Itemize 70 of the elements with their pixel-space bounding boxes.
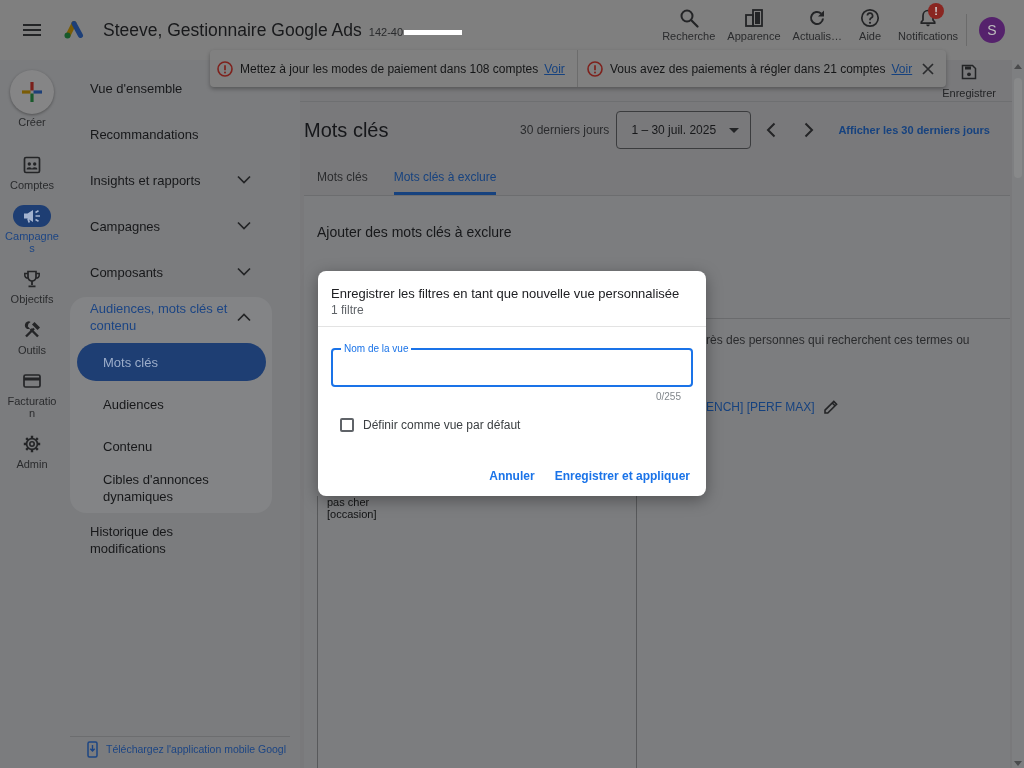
- alert-text: Vous avez des paiements à régler dans 21 comptes: [610, 61, 886, 76]
- keyword-list-link[interactable]: ENCH] [PERF MAX]: [706, 400, 815, 414]
- scroll-down-arrow-icon[interactable]: [1014, 761, 1022, 766]
- redaction-bar: [404, 29, 463, 35]
- nav-rail-item[interactable]: Admin: [4, 433, 60, 470]
- save-and-apply-button[interactable]: Enregistrer et appliquer: [546, 461, 698, 491]
- nav-item[interactable]: Campagnes: [70, 203, 272, 249]
- nav-rail-item[interactable]: Outils: [4, 319, 60, 356]
- search-icon: [678, 8, 699, 28]
- help-icon: [860, 8, 881, 28]
- save-button[interactable]: Enregistrer: [942, 62, 996, 100]
- nav-item[interactable]: Cibles d'annonces dynamiques: [77, 469, 266, 507]
- error-icon: [217, 60, 233, 77]
- close-icon[interactable]: [922, 62, 934, 75]
- help-button[interactable]: Aide: [848, 6, 893, 48]
- character-counter: 0/255: [655, 391, 681, 403]
- range-label: 30 derniers jours: [520, 123, 610, 137]
- nav-item[interactable]: Recommandations: [70, 111, 219, 157]
- alert-text: Mettez à jour les modes de paiement dans 108 comptes: [240, 61, 539, 76]
- range-link[interactable]: Afficher les 30 derniers jours: [838, 124, 990, 136]
- nav-item[interactable]: Mots clés: [77, 343, 266, 381]
- cancel-button[interactable]: Annuler: [481, 461, 543, 491]
- scroll-up-arrow-icon[interactable]: [1014, 64, 1022, 69]
- view-name-field[interactable]: Nom de la vue: [331, 343, 693, 387]
- chevron-right-icon[interactable]: [804, 122, 815, 138]
- nav-rail-item[interactable]: Campagnes: [4, 205, 60, 254]
- refresh-button[interactable]: Actualis…: [786, 6, 849, 48]
- scrollbar[interactable]: [1012, 60, 1024, 768]
- nav-rail-item[interactable]: Facturation: [4, 370, 60, 419]
- date-range-dropdown[interactable]: 1 – 30 juil. 2025: [616, 111, 752, 149]
- chevron-left-icon[interactable]: [766, 122, 777, 138]
- create-button[interactable]: Créer: [4, 70, 60, 128]
- plus-icon: [10, 70, 54, 114]
- bell-icon: [918, 8, 939, 28]
- view-link[interactable]: Voir: [891, 61, 913, 76]
- appearance-button[interactable]: Apparence: [721, 6, 787, 48]
- nav-rail-item[interactable]: Comptes: [4, 154, 60, 191]
- account-title: Steeve, Gestionnaire Google Ads: [103, 19, 362, 41]
- keyword-line: pas cher: [327, 496, 370, 508]
- nav-item[interactable]: Historique des modifications: [70, 517, 260, 563]
- avatar[interactable]: S: [979, 17, 1005, 43]
- caret-icon: [729, 127, 740, 133]
- description-text: rès des personnes qui recherchent ces termes ou: [706, 333, 971, 347]
- view-link[interactable]: Voir: [544, 61, 565, 76]
- dialog-title: Enregistrer les filtres en tant que nouvelle vue personnalisée: [331, 285, 680, 302]
- nav-item[interactable]: Insights et rapports: [70, 157, 272, 203]
- nav-rail-item[interactable]: Objectifs: [4, 268, 60, 305]
- error-icon: [587, 60, 603, 77]
- pencil-icon[interactable]: [822, 399, 839, 415]
- checkbox-label: Définir comme vue par défaut: [363, 417, 521, 433]
- checkbox[interactable]: [340, 418, 354, 432]
- filter-count: 1 filtre: [331, 302, 364, 318]
- account-id: 142-40: [368, 26, 404, 38]
- alert-badge: !: [928, 3, 945, 19]
- field-label: Nom de la vue: [343, 343, 410, 355]
- section-heading: Ajouter des mots clés à exclure: [317, 224, 512, 240]
- nav-item[interactable]: Composants: [70, 249, 272, 295]
- nav-item[interactable]: Audiences: [77, 385, 266, 423]
- phone-icon: [87, 740, 98, 758]
- nav-item[interactable]: Contenu: [77, 427, 266, 465]
- logo-icon[interactable]: [63, 20, 85, 40]
- columns-icon: [743, 8, 764, 28]
- menu-icon[interactable]: [23, 24, 41, 36]
- page-title: Mots clés: [304, 118, 389, 142]
- nav-item[interactable]: Vue d'ensemble: [70, 65, 203, 111]
- keyword-line: [occasion]: [327, 508, 377, 520]
- tab[interactable]: Mots clés: [304, 158, 381, 195]
- nav-item[interactable]: Audiences, mots clés et contenu: [70, 297, 272, 339]
- app-download-link[interactable]: Téléchargez l'application mobile Googl: [70, 737, 290, 761]
- search-button[interactable]: Recherche: [656, 6, 722, 48]
